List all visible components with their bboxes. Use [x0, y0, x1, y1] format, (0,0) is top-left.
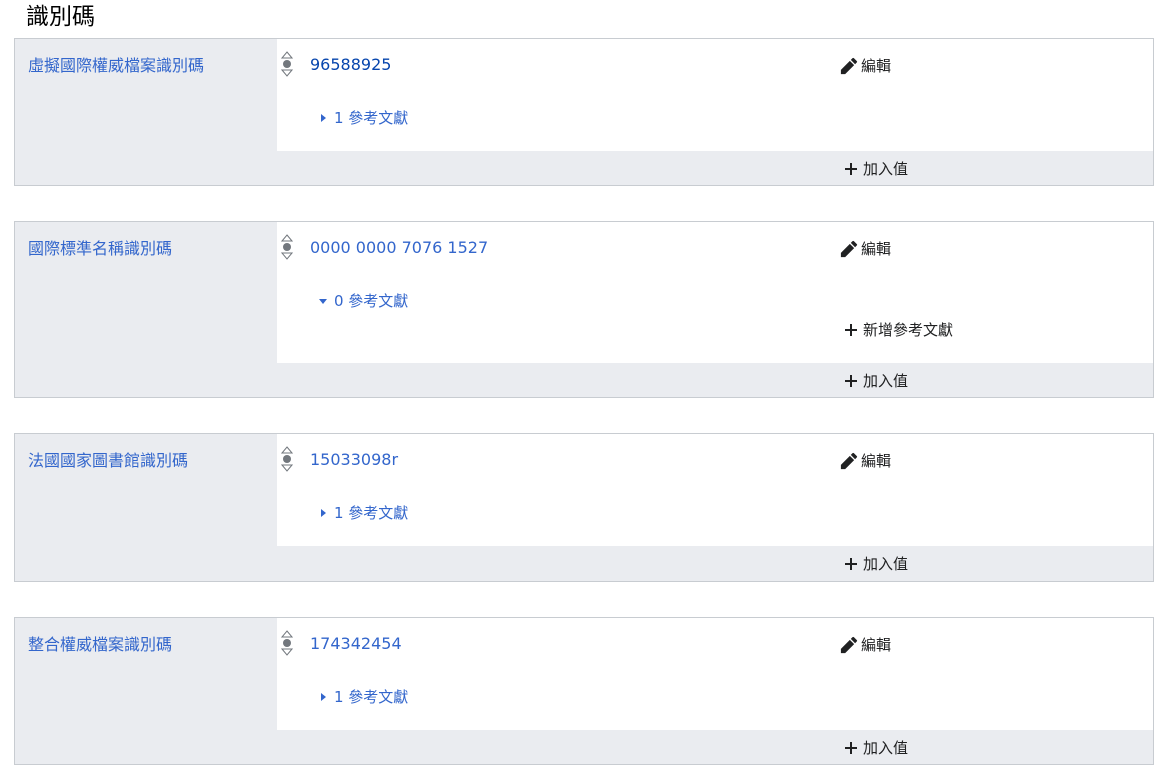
property-cell: 整合權威檔案識別碼: [15, 618, 277, 764]
statement: 174342454 編輯 1 參考文獻: [277, 618, 1153, 730]
property-link[interactable]: 國際標準名稱識別碼: [28, 239, 172, 258]
property-link[interactable]: 整合權威檔案識別碼: [28, 635, 172, 654]
edit-button[interactable]: 編輯: [840, 239, 891, 259]
statement-value-link[interactable]: 174342454: [310, 634, 402, 654]
triangle-right-icon: [321, 693, 326, 701]
triangle-right-icon: [321, 509, 326, 517]
pencil-icon: [840, 636, 858, 654]
page: 識別碼 虛擬國際權威檔案識別碼 96588925 編輯 1 參考文獻 加入值 國…: [0, 0, 1163, 773]
rank-selector-icon[interactable]: [281, 446, 293, 472]
rank-selector-icon[interactable]: [281, 51, 293, 77]
statement-group-viaf: 虛擬國際權威檔案識別碼 96588925 編輯 1 參考文獻 加入值: [14, 38, 1154, 186]
pencil-icon: [840, 240, 858, 258]
references-toggle[interactable]: 0 參考文獻: [318, 291, 408, 311]
plus-icon: [844, 162, 858, 176]
statement: 0000 0000 7076 1527 編輯 0 參考文獻 新增參考文獻: [277, 222, 1153, 363]
plus-icon: [844, 557, 858, 571]
edit-label: 編輯: [861, 636, 892, 654]
references-toggle[interactable]: 1 參考文獻: [318, 687, 408, 707]
add-value-label: 加入值: [863, 739, 909, 757]
statement-value-link[interactable]: 96588925: [310, 55, 391, 75]
add-reference-label: 新增參考文獻: [863, 321, 954, 339]
property-link[interactable]: 虛擬國際權威檔案識別碼: [28, 56, 204, 75]
references-toggle[interactable]: 1 參考文獻: [318, 503, 408, 523]
rank-selector-icon[interactable]: [281, 630, 293, 656]
property-cell: 虛擬國際權威檔案識別碼: [15, 39, 277, 185]
rank-selector-icon[interactable]: [281, 234, 293, 260]
property-cell: 國際標準名稱識別碼: [15, 222, 277, 397]
edit-label: 編輯: [861, 452, 892, 470]
statement-value-link[interactable]: 15033098r: [310, 450, 398, 470]
pencil-icon: [840, 452, 858, 470]
add-value-label: 加入值: [863, 160, 909, 178]
edit-label: 編輯: [861, 57, 892, 75]
plus-icon: [844, 374, 858, 388]
statement-list-body: 96588925 編輯 1 參考文獻 加入值: [277, 39, 1153, 185]
statement-group-isni: 國際標準名稱識別碼 0000 0000 7076 1527 編輯 0 參考文獻 …: [14, 221, 1154, 398]
plus-icon: [844, 741, 858, 755]
add-value-bar: 加入值: [277, 730, 1153, 764]
property-link[interactable]: 法國國家圖書館識別碼: [28, 451, 188, 470]
add-value-bar: 加入值: [277, 546, 1153, 580]
statement-list-body: 15033098r 編輯 1 參考文獻 加入值: [277, 434, 1153, 581]
edit-button[interactable]: 編輯: [840, 635, 891, 655]
add-value-button[interactable]: 加入值: [844, 738, 908, 758]
statement-list: 虛擬國際權威檔案識別碼 96588925 編輯 1 參考文獻 加入值 國際標準名…: [14, 38, 1154, 765]
add-value-bar: 加入值: [277, 151, 1153, 185]
edit-button[interactable]: 編輯: [840, 451, 891, 471]
triangle-down-icon: [319, 299, 327, 304]
add-value-bar: 加入值: [277, 363, 1153, 397]
edit-label: 編輯: [861, 240, 892, 258]
references-count: 1 參考文獻: [334, 109, 409, 127]
add-value-label: 加入值: [863, 372, 909, 390]
statement-group-gnd: 整合權威檔案識別碼 174342454 編輯 1 參考文獻 加入值: [14, 617, 1154, 765]
references-count: 1 參考文獻: [334, 688, 409, 706]
statement-value-link[interactable]: 0000 0000 7076 1527: [310, 238, 488, 258]
statement: 96588925 編輯 1 參考文獻: [277, 39, 1153, 151]
add-value-button[interactable]: 加入值: [844, 554, 908, 574]
references-toggle[interactable]: 1 參考文獻: [318, 108, 408, 128]
references-count: 1 參考文獻: [334, 504, 409, 522]
references-count: 0 參考文獻: [334, 292, 409, 310]
add-value-button[interactable]: 加入值: [844, 159, 908, 179]
statement-group-bnf: 法國國家圖書館識別碼 15033098r 編輯 1 參考文獻 加入值: [14, 433, 1154, 582]
add-reference-button[interactable]: 新增參考文獻: [844, 320, 953, 340]
add-value-label: 加入值: [863, 555, 909, 573]
statement: 15033098r 編輯 1 參考文獻: [277, 434, 1153, 546]
edit-button[interactable]: 編輯: [840, 56, 891, 76]
property-cell: 法國國家圖書館識別碼: [15, 434, 277, 581]
pencil-icon: [840, 57, 858, 75]
plus-icon: [844, 323, 858, 337]
add-value-button[interactable]: 加入值: [844, 371, 908, 391]
statement-list-body: 0000 0000 7076 1527 編輯 0 參考文獻 新增參考文獻 加入值: [277, 222, 1153, 397]
statement-list-body: 174342454 編輯 1 參考文獻 加入值: [277, 618, 1153, 764]
triangle-right-icon: [321, 114, 326, 122]
section-title: 識別碼: [26, 4, 95, 30]
